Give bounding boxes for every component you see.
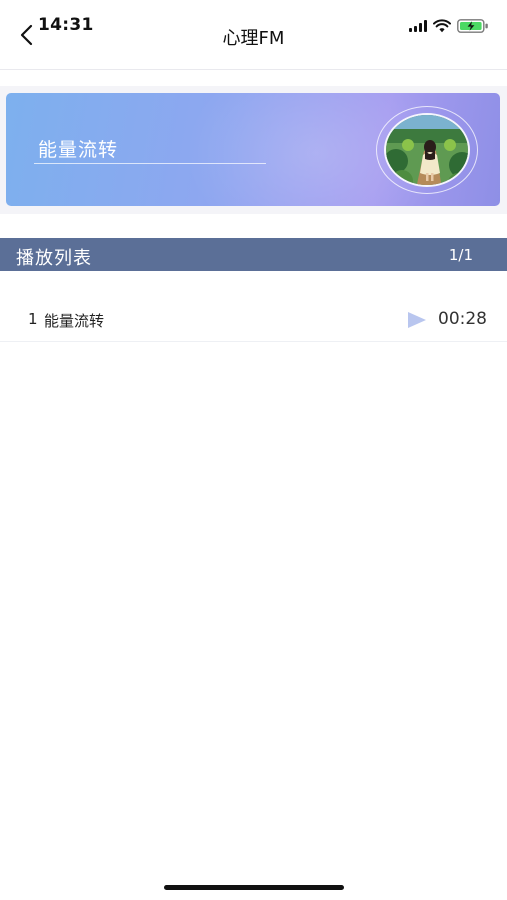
track-index: 1 [28,310,38,328]
cover-image [384,113,470,187]
track-name: 能量流转 [44,312,105,330]
cellular-signal-icon [409,20,427,32]
status-icons [409,17,489,35]
now-playing-banner[interactable]: 能量流转 [6,93,500,206]
app-screen: 14:31 心理FM 能量流转 播放列表 1/1 1 能量流转 00:28 [0,0,507,900]
home-indicator[interactable] [164,885,344,890]
playlist-header: 播放列表 1/1 [0,238,507,271]
play-icon[interactable] [406,310,428,330]
banner-divider [34,163,266,164]
track-duration: 00:28 [438,309,487,329]
playlist-count: 1/1 [448,246,473,264]
playlist-title: 播放列表 [16,248,92,269]
track-row[interactable]: 1 能量流转 00:28 [0,296,507,342]
banner-title: 能量流转 [38,139,119,161]
wifi-icon [433,19,451,33]
battery-charging-icon [457,19,488,33]
navigation-bar: 14:31 心理FM [0,0,507,70]
now-playing-banner-area: 能量流转 [0,86,507,214]
